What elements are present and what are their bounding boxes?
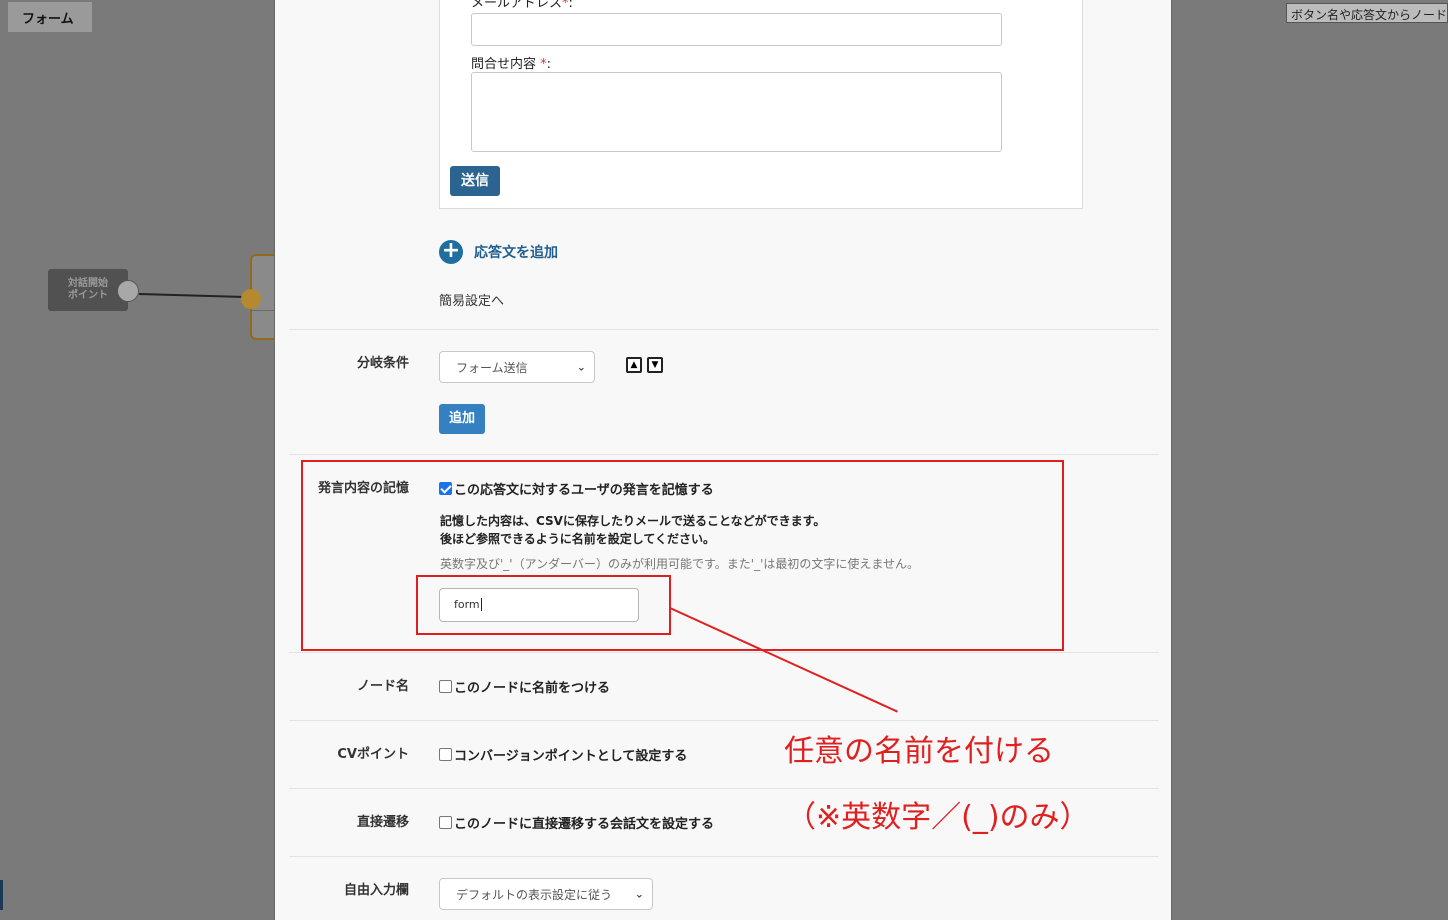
- start-node[interactable]: 対話開始 ポイント: [48, 269, 128, 311]
- input-highlight-box: [416, 575, 671, 635]
- add-answer-label: 応答文を追加: [474, 245, 558, 261]
- inquiry-label: 問合せ内容 *:: [471, 57, 552, 72]
- chevron-down-icon: ⌄: [576, 360, 586, 374]
- canvas-title: フォーム: [22, 12, 74, 27]
- email-field[interactable]: [471, 13, 1002, 46]
- chevron-down-icon: ⌄: [634, 887, 644, 901]
- node-name-label: ノード名: [356, 679, 409, 694]
- add-branch-button[interactable]: 追加: [439, 404, 485, 434]
- plus-circle-icon: +: [439, 240, 463, 264]
- add-answer-button[interactable]: + 応答文を追加: [439, 240, 558, 264]
- node-search-input[interactable]: ボタン名や応答文からノード: [1286, 3, 1448, 23]
- send-button[interactable]: 送信: [450, 166, 500, 196]
- cv-point-checkbox[interactable]: コンバージョンポイントとして設定する: [439, 745, 687, 764]
- branch-condition-select[interactable]: フォーム送信 ⌄: [439, 351, 595, 383]
- form-preview-card: メールアドレス*: 問合せ内容 *: 送信: [439, 0, 1083, 209]
- move-down-button[interactable]: ▼: [647, 357, 663, 373]
- move-up-button[interactable]: ▲: [626, 357, 642, 373]
- annotation-text-2: （※英数字／(_)のみ）: [786, 800, 1090, 835]
- direct-transition-label: 直接遷移: [356, 815, 409, 830]
- start-node-output-port[interactable]: [117, 280, 139, 302]
- email-label: メールアドレス*:: [471, 0, 573, 11]
- cv-point-label: CVポイント: [337, 747, 409, 762]
- separator: [289, 720, 1159, 721]
- separator: [289, 454, 1159, 455]
- simple-settings-link[interactable]: 簡易設定へ: [439, 290, 504, 309]
- separator: [289, 856, 1159, 857]
- separator: [289, 329, 1159, 330]
- separator: [289, 652, 1159, 653]
- start-node-line1: 対話開始: [68, 278, 108, 289]
- checkbox-icon[interactable]: [439, 816, 452, 829]
- cv-point-checkbox-label: コンバージョンポイントとして設定する: [454, 749, 688, 764]
- inquiry-textarea[interactable]: [471, 72, 1002, 152]
- direct-transition-checkbox[interactable]: このノードに直接遷移する会話文を設定する: [439, 813, 714, 832]
- start-node-line2: ポイント: [68, 290, 108, 301]
- node-name-checkbox-label: このノードに名前をつける: [454, 681, 611, 696]
- free-input-value: デフォルトの表示設定に従う: [456, 887, 613, 902]
- canvas-left-marker: [0, 880, 3, 910]
- annotation-text-1: 任意の名前を付ける: [784, 734, 1054, 769]
- checkbox-icon[interactable]: [439, 748, 452, 761]
- checkbox-icon[interactable]: [439, 680, 452, 693]
- branch-condition-value: フォーム送信: [456, 360, 528, 375]
- branch-label: 分岐条件: [356, 356, 409, 371]
- flow-edge: [138, 293, 245, 298]
- node-name-checkbox[interactable]: このノードに名前をつける: [439, 677, 610, 696]
- free-input-label: 自由入力欄: [343, 883, 409, 898]
- free-input-select[interactable]: デフォルトの表示設定に従う ⌄: [439, 878, 653, 910]
- separator: [289, 788, 1159, 789]
- form-node-input-port[interactable]: [241, 289, 261, 309]
- direct-transition-checkbox-label: このノードに直接遷移する会話文を設定する: [454, 817, 715, 832]
